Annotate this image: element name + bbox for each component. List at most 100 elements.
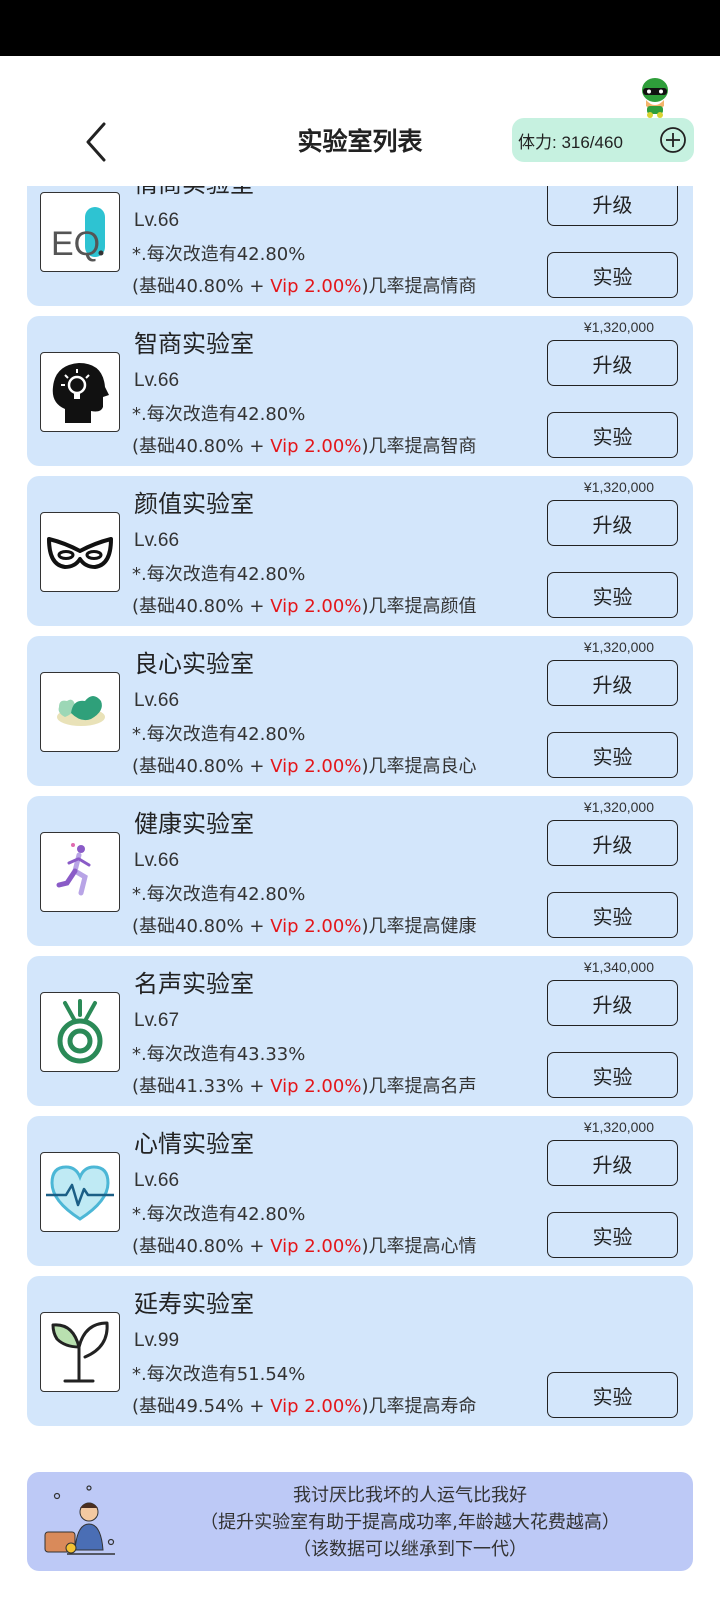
- vip-bonus: Vip 2.00%: [270, 916, 362, 937]
- lab-name: 健康实验室: [134, 810, 254, 838]
- upgrade-price: ¥1,320,000: [583, 1119, 654, 1135]
- sprout-icon: [40, 1312, 120, 1392]
- lab-rate: *.每次改造有42.80%: [132, 244, 306, 265]
- lab-card-fame: 名声实验室 Lv.67 *.每次改造有43.33% (基础41.33% + Vi…: [27, 956, 693, 1106]
- mask-icon: [40, 512, 120, 592]
- rate-target: )几率提高颜值: [361, 596, 477, 617]
- header: 实验室列表 体力: 316/460: [0, 56, 720, 186]
- experiment-button[interactable]: 实验: [547, 732, 678, 778]
- vip-bonus: Vip 2.00%: [270, 276, 362, 297]
- upgrade-price: ¥1,320,000: [583, 319, 654, 335]
- lab-rate: *.每次改造有42.80%: [132, 1204, 306, 1225]
- lab-level: Lv.99: [134, 1330, 180, 1351]
- lab-name: 智商实验室: [134, 330, 254, 358]
- upgrade-button[interactable]: 升级: [547, 1140, 678, 1186]
- upgrade-button[interactable]: 升级: [547, 500, 678, 546]
- lab-rate: *.每次改造有51.54%: [132, 1364, 306, 1385]
- lab-level: Lv.66: [134, 1170, 180, 1191]
- base-rate: (基础40.80% +: [132, 916, 271, 937]
- lab-rate: *.每次改造有43.33%: [132, 1044, 306, 1065]
- upgrade-button[interactable]: 升级: [547, 186, 678, 226]
- runner-icon: [40, 832, 120, 912]
- add-stamina-button[interactable]: [658, 125, 688, 155]
- experiment-button[interactable]: 实验: [547, 572, 678, 618]
- rate-target: )几率提高智商: [361, 436, 477, 457]
- lab-formula: (基础40.80% + Vip 2.00%)几率提高健康: [132, 912, 476, 938]
- lab-rate: *.每次改造有42.80%: [132, 724, 306, 745]
- lab-card-longevity: 延寿实验室 Lv.99 *.每次改造有51.54% (基础49.54% + Vi…: [27, 1276, 693, 1426]
- upgrade-button[interactable]: 升级: [547, 820, 678, 866]
- base-rate: (基础41.33% +: [132, 1076, 271, 1097]
- eq-icon: EQ: [40, 192, 120, 272]
- lab-formula: (基础40.80% + Vip 2.00%)几率提高情商: [132, 272, 476, 298]
- base-rate: (基础49.54% +: [132, 1396, 271, 1417]
- lab-name: 颜值实验室: [134, 490, 254, 518]
- lab-name: 心情实验室: [134, 1130, 254, 1158]
- footer-banner: 我讨厌比我坏的人运气比我好 （提升实验室有助于提高成功率,年龄越大花费越高） （…: [27, 1472, 693, 1571]
- experiment-button[interactable]: 实验: [547, 412, 678, 458]
- lab-name: 良心实验室: [134, 650, 254, 678]
- medal-icon: [40, 992, 120, 1072]
- upgrade-button[interactable]: 升级: [547, 980, 678, 1026]
- lab-level: Lv.66: [134, 850, 180, 871]
- lab-formula: (基础40.80% + Vip 2.00%)几率提高心情: [132, 1232, 476, 1258]
- experiment-button[interactable]: 实验: [547, 892, 678, 938]
- rate-target: )几率提高情商: [361, 276, 477, 297]
- vip-bonus: Vip 2.00%: [270, 756, 362, 777]
- head-bulb-icon: [40, 352, 120, 432]
- vip-bonus: Vip 2.00%: [270, 1076, 362, 1097]
- experiment-button[interactable]: 实验: [547, 252, 678, 298]
- lab-level: Lv.66: [134, 530, 180, 551]
- upgrade-price: ¥1,320,000: [583, 799, 654, 815]
- upgrade-button[interactable]: 升级: [547, 340, 678, 386]
- footer-hint: （提升实验室有助于提高成功率,年龄越大花费越高）: [200, 1512, 620, 1533]
- experiment-button[interactable]: 实验: [547, 1372, 678, 1418]
- experiment-button[interactable]: 实验: [547, 1212, 678, 1258]
- lab-formula: (基础40.80% + Vip 2.00%)几率提高颜值: [132, 592, 476, 618]
- base-rate: (基础40.80% +: [132, 1236, 271, 1257]
- vip-bonus: Vip 2.00%: [270, 1236, 362, 1257]
- stamina-text: 体力: 316/460: [518, 132, 623, 152]
- lab-card-mood: 心情实验室 Lv.66 *.每次改造有42.80% (基础40.80% + Vi…: [27, 1116, 693, 1266]
- lab-card-looks: 颜值实验室 Lv.66 *.每次改造有42.80% (基础40.80% + Vi…: [27, 476, 693, 626]
- hearts-icon: [40, 672, 120, 752]
- vip-bonus: Vip 2.00%: [270, 596, 362, 617]
- base-rate: (基础40.80% +: [132, 756, 271, 777]
- lab-formula: (基础40.80% + Vip 2.00%)几率提高良心: [132, 752, 476, 778]
- lab-card-conscience: 良心实验室 Lv.66 *.每次改造有42.80% (基础40.80% + Vi…: [27, 636, 693, 786]
- experiment-button[interactable]: 实验: [547, 1052, 678, 1098]
- lab-card-eq: EQ 情商实验室 Lv.66 *.每次改造有42.80% (基础40.80% +…: [27, 186, 693, 306]
- vip-bonus: Vip 2.00%: [270, 436, 362, 457]
- lab-name: 名声实验室: [134, 970, 254, 998]
- lab-name: 延寿实验室: [134, 1290, 254, 1318]
- heart-pulse-icon: [40, 1152, 120, 1232]
- lab-formula: (基础40.80% + Vip 2.00%)几率提高智商: [132, 432, 476, 458]
- lab-level: Lv.66: [134, 370, 180, 391]
- lab-card-iq: 智商实验室 Lv.66 *.每次改造有42.80% (基础40.80% + Vi…: [27, 316, 693, 466]
- lab-rate: *.每次改造有42.80%: [132, 564, 306, 585]
- upgrade-button[interactable]: 升级: [547, 660, 678, 706]
- rate-target: )几率提高名声: [361, 1076, 477, 1097]
- rate-target: )几率提高寿命: [361, 1396, 477, 1417]
- lab-formula: (基础49.54% + Vip 2.00%)几率提高寿命: [132, 1392, 476, 1418]
- upgrade-price: ¥1,320,000: [583, 479, 654, 495]
- base-rate: (基础40.80% +: [132, 436, 271, 457]
- upgrade-price: ¥1,340,000: [583, 959, 654, 975]
- stamina-display: 体力: 316/460: [512, 118, 694, 162]
- footer-text: 我讨厌比我坏的人运气比我好 （提升实验室有助于提高成功率,年龄越大花费越高） （…: [127, 1482, 693, 1563]
- status-bar: [0, 0, 720, 56]
- lab-level: Lv.66: [134, 690, 180, 711]
- lab-card-health: 健康实验室 Lv.66 *.每次改造有42.80% (基础40.80% + Vi…: [27, 796, 693, 946]
- lab-level: Lv.67: [134, 1010, 180, 1031]
- rate-target: )几率提高健康: [361, 916, 477, 937]
- base-rate: (基础40.80% +: [132, 596, 271, 617]
- base-rate: (基础40.80% +: [132, 276, 271, 297]
- rate-target: )几率提高良心: [361, 756, 477, 777]
- svg-text:EQ: EQ: [51, 225, 100, 263]
- lab-formula: (基础41.33% + Vip 2.00%)几率提高名声: [132, 1072, 476, 1098]
- lab-name: 情商实验室: [134, 186, 254, 200]
- upgrade-price: ¥1,320,000: [583, 639, 654, 655]
- lab-list[interactable]: EQ 情商实验室 Lv.66 *.每次改造有42.80% (基础40.80% +…: [0, 186, 720, 1600]
- vip-bonus: Vip 2.00%: [270, 1396, 362, 1417]
- footer-inherit-note: （该数据可以继承到下一代）: [293, 1539, 527, 1560]
